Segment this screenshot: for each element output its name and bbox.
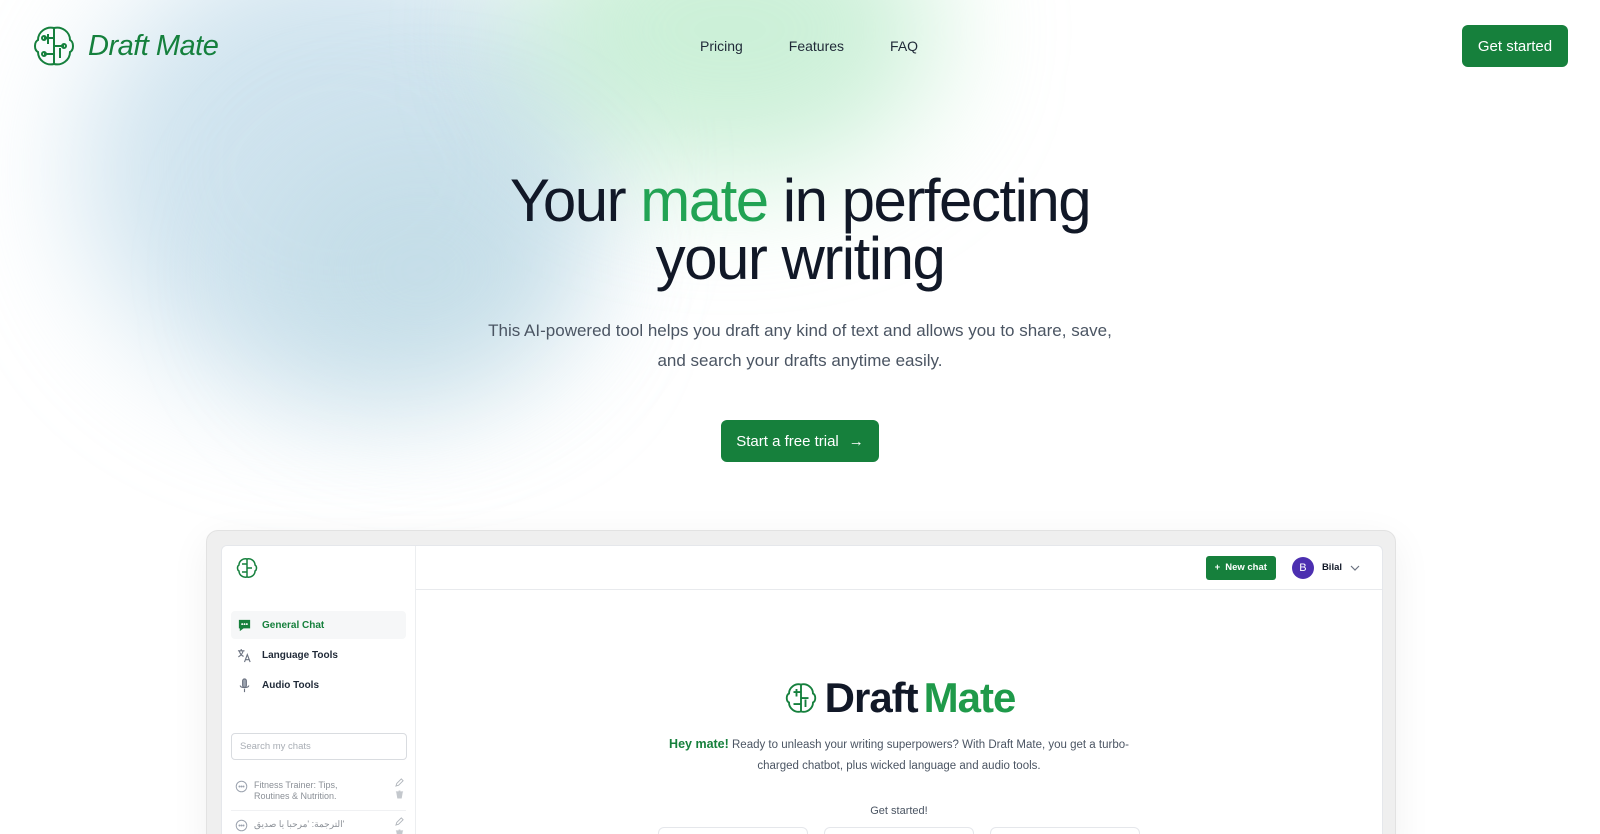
sidebar-item-label: Audio Tools [262,679,320,691]
hero-title-line2: your writing [655,225,946,292]
starter-card[interactable] [990,827,1140,834]
edit-icon[interactable] [395,778,404,787]
user-menu[interactable]: B Bilal [1291,556,1360,579]
new-chat-label: New chat [1225,562,1267,573]
sidebar-item-label: General Chat [262,619,325,631]
app-brand-word2: Mate [923,674,1017,721]
avatar: B [1291,556,1314,579]
starter-cards [416,827,1382,834]
app-topbar: + New chat B Bilal [416,546,1382,590]
welcome-text: Ready to unleash your writing superpower… [732,739,1129,772]
list-item[interactable]: الترجمة: 'مرحبا يا صديق' [231,811,406,834]
nav-features[interactable]: Features [789,38,844,54]
edit-icon[interactable] [395,817,404,826]
chat-title-line1: Fitness Trainer: Tips, [254,780,338,790]
hero-subtitle-line1: This AI-powered tool helps you draft any… [488,321,1112,340]
get-started-button[interactable]: Get started [1462,25,1568,67]
user-name: Bilal [1321,562,1342,573]
list-item[interactable]: Fitness Trainer: Tips, Routines & Nutrit… [231,772,406,811]
chat-title-line2: Routines & Nutrition. [254,791,337,801]
site-header: Draft Mate Pricing Features FAQ Get star… [0,0,1600,92]
chat-outline-icon [235,819,248,832]
trash-icon[interactable] [395,829,404,834]
brand[interactable]: Draft Mate [30,22,219,70]
app-brand: Draft Mate [783,674,1016,722]
app-preview-frame: General Chat Language Tools Audio Tools [206,530,1396,834]
get-started-heading: Get started! [870,805,928,817]
sidebar-item-label: Language Tools [262,649,338,661]
chat-history-list: Fitness Trainer: Tips, Routines & Nutrit… [231,772,406,834]
sidebar-item-general-chat[interactable]: General Chat [231,611,406,639]
hero-subtitle-line2: and search your drafts anytime easily. [657,351,943,370]
app-brand-word1: Draft [824,674,919,721]
brain-circuit-icon [236,558,258,578]
sidebar-item-audio-tools[interactable]: Audio Tools [231,671,406,699]
arrow-right-icon: → [848,432,864,450]
hey-mate-text: Hey mate! [669,737,729,751]
starter-card[interactable] [824,827,974,834]
trash-icon[interactable] [395,790,404,799]
chat-bubble-icon [237,618,252,633]
brain-circuit-icon [785,683,816,713]
chevron-down-icon [1350,565,1360,571]
search-chats-input[interactable] [231,733,407,760]
translate-icon [237,648,252,663]
chat-title-line1: الترجمة: 'مرحبا يا صديق' [254,819,345,829]
hero-subtitle: This AI-powered tool helps you draft any… [470,316,1130,376]
starter-card[interactable] [658,827,808,834]
sidebar-menu: General Chat Language Tools Audio Tools [231,611,406,699]
plus-icon: + [1214,562,1221,573]
hero-title-accent: mate [640,167,769,234]
sidebar-item-language-tools[interactable]: Language Tools [231,641,406,669]
app-sidebar: General Chat Language Tools Audio Tools [222,546,416,834]
microphone-icon [237,677,252,693]
welcome-message: Hey mate! Ready to unleash your writing … [664,734,1134,777]
app-preview: General Chat Language Tools Audio Tools [221,545,1383,834]
start-free-trial-label: Start a free trial [736,432,839,450]
hero: Your mate in perfecting your writing Thi… [0,171,1600,462]
hero-title-part2: in perfecting [767,167,1092,234]
start-free-trial-button[interactable]: Start a free trial → [721,420,879,462]
main-nav: Pricing Features FAQ [700,0,918,92]
nav-faq[interactable]: FAQ [890,38,918,54]
chat-outline-icon [235,780,248,793]
hero-title-part1: Your [509,167,641,234]
hero-title: Your mate in perfecting your writing [0,171,1600,289]
app-welcome: Draft Mate Hey mate! Ready to unleash yo… [416,590,1382,834]
app-main: + New chat B Bilal Draft Mate Hey mate! … [416,546,1382,834]
brand-name: Draft Mate [88,29,219,62]
brain-circuit-icon [34,26,74,66]
nav-pricing[interactable]: Pricing [700,38,743,54]
new-chat-button[interactable]: + New chat [1205,555,1276,580]
